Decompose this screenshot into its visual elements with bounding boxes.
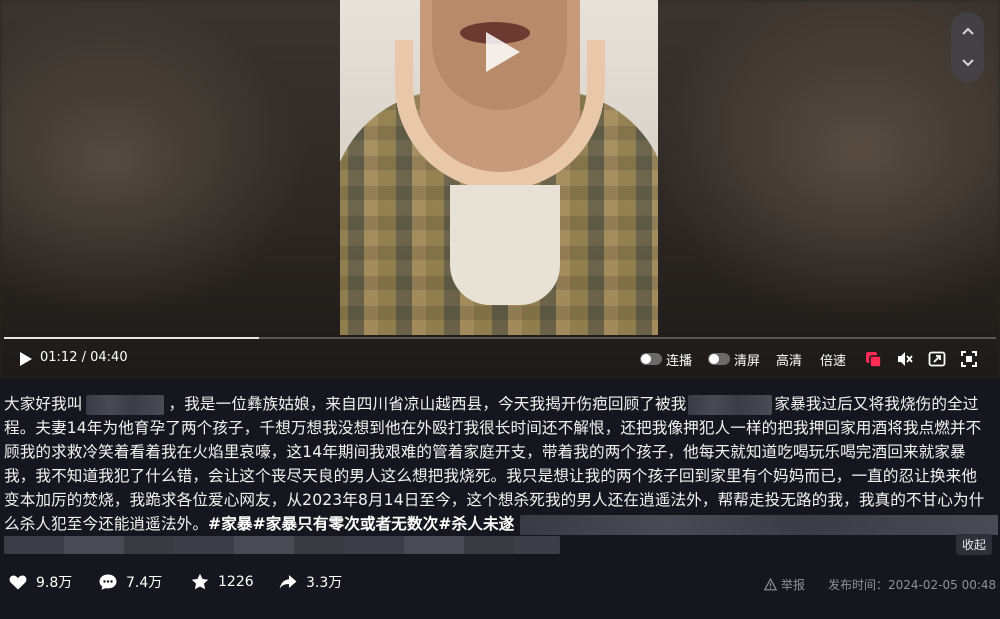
share-button[interactable]: 3.3万 — [278, 572, 342, 592]
report-button[interactable]: 举报 — [764, 576, 805, 593]
chevron-down-icon[interactable] — [951, 48, 984, 78]
description-line: 我，我不知道我犯了什么错，会让这个丧尽天良的男人这么想把我烧死。我只是想让我的两… — [4, 467, 978, 485]
favorite-button[interactable]: 1226 — [190, 572, 254, 592]
comment-button[interactable]: 7.4万 — [98, 572, 162, 592]
progress-bar[interactable] — [4, 337, 996, 339]
big-play-icon[interactable] — [482, 30, 522, 74]
comment-icon — [99, 574, 117, 590]
action-bar: 9.8万 7.4万 1226 3.3万 举报 发布时间：2024-02-05 0… — [0, 570, 1000, 600]
quality-button[interactable]: 高清 — [776, 350, 802, 369]
comment-count: 7.4万 — [126, 575, 163, 591]
publish-time: 发布时间：2024-02-05 00:48 — [828, 578, 997, 592]
video-nav — [951, 12, 984, 82]
current-time: 01:12 — [40, 350, 78, 365]
play-icon[interactable] — [18, 350, 34, 368]
picture-in-picture-icon[interactable] — [928, 350, 946, 368]
autoplay-toggle[interactable]: 连播 — [639, 350, 692, 369]
like-count: 9.8万 — [36, 575, 73, 591]
hashtag-link[interactable]: #家暴只有零次或者无数次 — [253, 515, 439, 533]
description-line: 么杀人犯至今还能逍遥法外。#家暴#家暴只有零次或者无数次#杀人未遂 — [4, 512, 998, 536]
video-player[interactable]: 01:12 / 04:40 连播 清屏 高清 倍速 — [0, 0, 1000, 378]
time-display: 01:12 / 04:40 — [40, 350, 128, 365]
share-count: 3.3万 — [306, 575, 343, 591]
redacted-text — [4, 536, 560, 554]
share-icon — [279, 575, 297, 589]
collapse-button[interactable]: 收起 — [956, 534, 993, 555]
description-line: 大家好我叫 ，我是一位彝族姑娘，来自四川省凉山越西县，今天我揭开伤疤回顾了被我 家暴… — [4, 394, 979, 415]
star-icon — [191, 573, 209, 590]
video-description: 大家好我叫 ，我是一位彝族姑娘，来自四川省凉山越西县，今天我揭开伤疤回顾了被我 家暴… — [4, 392, 998, 536]
chevron-up-icon[interactable] — [951, 16, 984, 46]
fullscreen-icon[interactable] — [960, 350, 978, 368]
clearscreen-switch — [707, 353, 730, 365]
hashtag-link[interactable]: #家暴 — [208, 515, 253, 533]
description-line: 变本加厉的焚烧，我跪求各位爱心网友，从2023年8月14日至今，这个想杀死我的男… — [4, 491, 985, 509]
danmaku-icon[interactable] — [864, 350, 882, 368]
heart-icon — [9, 575, 27, 590]
redacted-name — [688, 394, 773, 415]
progress-fill — [4, 337, 259, 339]
mute-icon[interactable] — [896, 350, 914, 368]
warning-icon — [764, 578, 777, 591]
description-line: 程。夫妻14年为他育孕了两个孩子，千想万想我没想到他在外殴打我很长时间还不解恨，… — [4, 419, 982, 437]
redacted-name — [86, 394, 165, 415]
autoplay-switch — [639, 353, 662, 365]
speed-button[interactable]: 倍速 — [820, 350, 846, 369]
description-line: 顾我的求救冷笑着看着我在火焰里哀嚎，这14年期间我艰难的管着家庭开支，带着我的两… — [4, 443, 966, 461]
like-button[interactable]: 9.8万 — [8, 572, 72, 592]
player-controls: 01:12 / 04:40 连播 清屏 高清 倍速 — [0, 344, 1000, 374]
favorite-count: 1226 — [218, 574, 254, 590]
redacted-text — [520, 514, 998, 535]
hashtag-link[interactable]: #杀人未遂 — [438, 515, 514, 533]
duration: 04:40 — [90, 350, 128, 365]
clearscreen-toggle[interactable]: 清屏 — [707, 350, 760, 369]
